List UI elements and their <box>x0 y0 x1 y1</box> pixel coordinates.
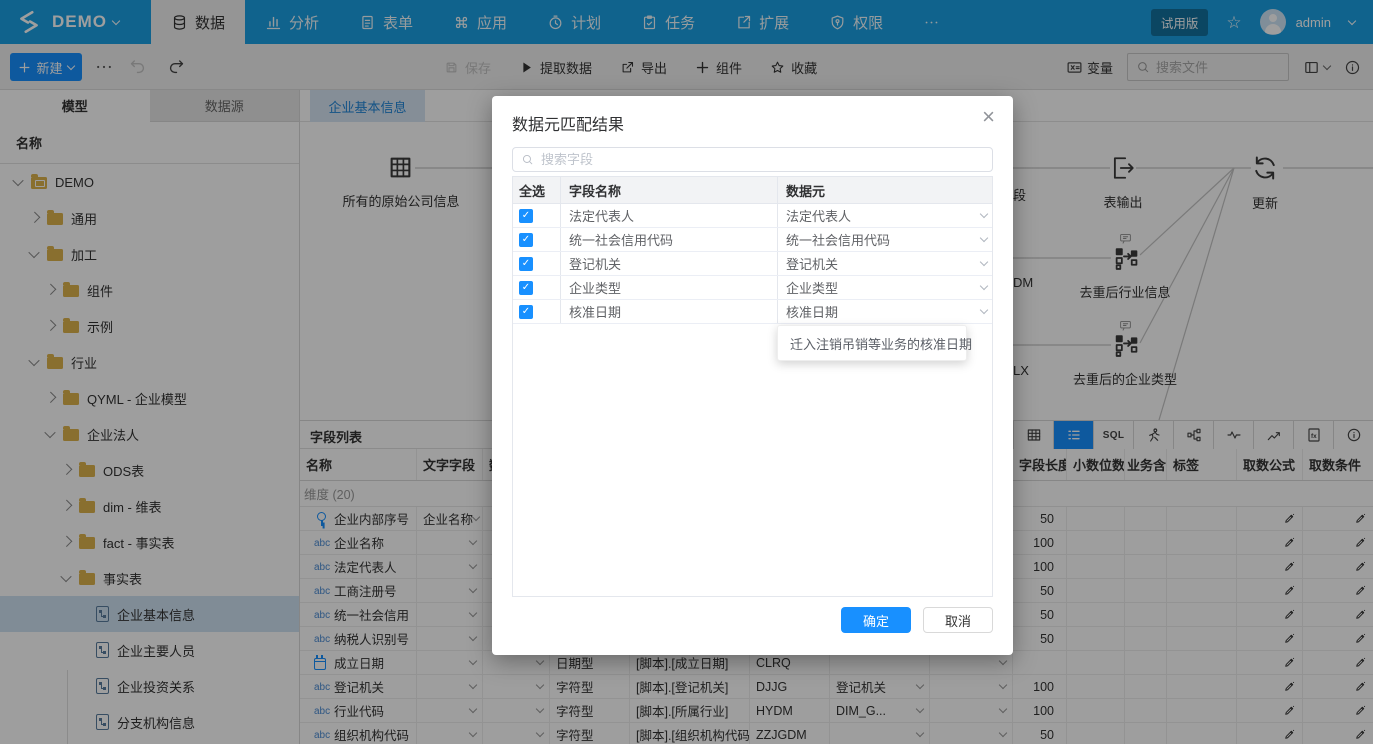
row-checkbox[interactable]: ✓ <box>519 209 533 223</box>
data-element-select[interactable]: 登记机关 <box>778 252 992 275</box>
field-name-cell: 企业类型 <box>561 276 778 299</box>
app-screen: DEMO 数据 分析 表单 <box>0 0 1373 744</box>
search-icon <box>521 153 534 166</box>
field-name-header: 字段名称 <box>561 177 778 203</box>
data-element-tooltip: 迁入注销吊销等业务的核准日期 <box>777 325 967 361</box>
match-row: ✓ 企业类型 企业类型 <box>513 276 992 300</box>
field-name-cell: 核准日期 <box>561 300 778 323</box>
field-search-box <box>512 147 993 172</box>
select-all-header[interactable]: 全选 <box>513 177 561 203</box>
row-select-cell[interactable]: ✓ <box>513 276 561 299</box>
data-element-match-dialog: 数据元匹配结果 × 全选 字段名称 数据元 ✓ 法定代表人 <box>492 96 1013 655</box>
data-element-select[interactable]: 法定代表人 <box>778 204 992 227</box>
match-row: ✓ 法定代表人 法定代表人 <box>513 204 992 228</box>
dropdown-chevron-icon <box>980 282 988 290</box>
ok-button[interactable]: 确定 <box>841 607 911 633</box>
data-element-select[interactable]: 核准日期 <box>778 300 992 323</box>
dropdown-chevron-icon <box>980 234 988 242</box>
row-select-cell[interactable]: ✓ <box>513 300 561 323</box>
data-element-header: 数据元 <box>778 177 992 203</box>
match-result-table: 全选 字段名称 数据元 ✓ 法定代表人 法定代表人 <box>512 176 993 597</box>
field-name-cell: 统一社会信用代码 <box>561 228 778 251</box>
row-checkbox[interactable]: ✓ <box>519 305 533 319</box>
row-select-cell[interactable]: ✓ <box>513 228 561 251</box>
row-checkbox[interactable]: ✓ <box>519 257 533 271</box>
row-select-cell[interactable]: ✓ <box>513 204 561 227</box>
dropdown-chevron-icon <box>980 306 988 314</box>
match-row: ✓ 核准日期 核准日期 <box>513 300 992 324</box>
field-name-cell: 法定代表人 <box>561 204 778 227</box>
dialog-footer: 确定 取消 <box>841 607 993 633</box>
row-checkbox[interactable]: ✓ <box>519 281 533 295</box>
match-row: ✓ 登记机关 登记机关 <box>513 252 992 276</box>
dropdown-chevron-icon <box>980 258 988 266</box>
row-checkbox[interactable]: ✓ <box>519 233 533 247</box>
cancel-button[interactable]: 取消 <box>923 607 993 633</box>
match-table-header: 全选 字段名称 数据元 <box>513 177 992 204</box>
field-search-input[interactable] <box>541 152 984 167</box>
field-name-cell: 登记机关 <box>561 252 778 275</box>
dropdown-chevron-icon <box>980 210 988 218</box>
close-icon[interactable]: × <box>982 106 995 128</box>
match-row: ✓ 统一社会信用代码 统一社会信用代码 <box>513 228 992 252</box>
data-element-select[interactable]: 企业类型 <box>778 276 992 299</box>
data-element-select[interactable]: 统一社会信用代码 <box>778 228 992 251</box>
row-select-cell[interactable]: ✓ <box>513 252 561 275</box>
dialog-title: 数据元匹配结果 <box>512 111 624 135</box>
